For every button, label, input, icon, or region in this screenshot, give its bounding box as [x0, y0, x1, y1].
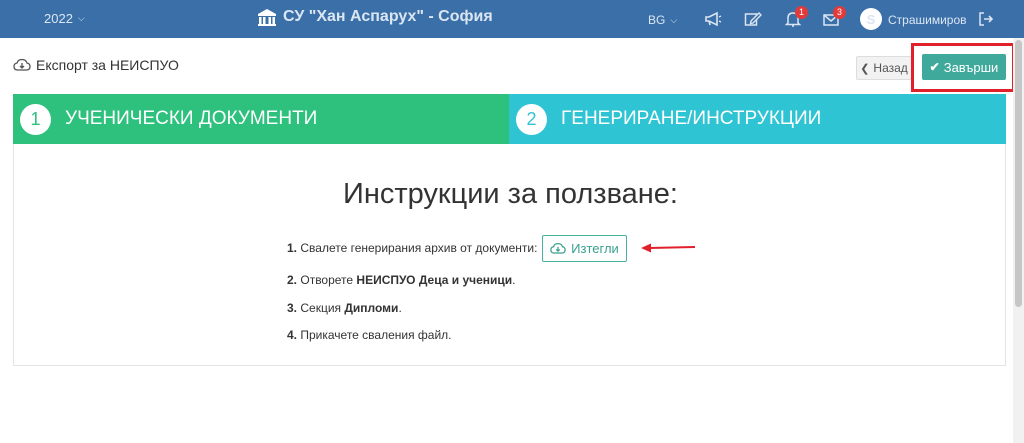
instruction-item: 1. Свалете генерирания архив от документ…: [287, 241, 537, 255]
instruction-suffix: .: [512, 273, 516, 287]
cloud-download-icon: [13, 58, 31, 71]
instruction-suffix: .: [398, 301, 402, 315]
apps-grid-icon[interactable]: [12, 11, 26, 25]
wizard-steps: 1 УЧЕНИЧЕСКИ ДОКУМЕНТИ 2 ГЕНЕРИРАНЕ/ИНСТ…: [13, 94, 1006, 144]
messages-mail-icon[interactable]: 3: [822, 6, 846, 27]
year-selector[interactable]: 2022 ⌵: [44, 11, 85, 26]
back-button[interactable]: ❮ Назад: [856, 56, 912, 80]
language-selector[interactable]: BG ⌵: [648, 13, 677, 27]
instruction-number: 3.: [287, 301, 298, 315]
instruction-text: Прикачете сваления файл.: [300, 328, 452, 342]
instruction-item: 3. Секция Дипломи.: [287, 301, 402, 315]
language-value: BG: [648, 13, 666, 27]
messages-badge: 3: [833, 6, 846, 19]
instruction-text: Отворете: [300, 273, 357, 287]
step-label: ГЕНЕРИРАНЕ/ИНСТРУКЦИИ: [561, 108, 822, 129]
instructions-panel: Инструкции за ползване: 1. Свалете генер…: [13, 144, 1006, 366]
red-arrow-annotation: [641, 243, 696, 253]
username[interactable]: Страшимиров: [888, 13, 967, 27]
step-number: 1: [20, 103, 51, 135]
edit-icon[interactable]: [744, 11, 762, 27]
school-title[interactable]: СУ "Хан Аспарух" - София: [257, 8, 493, 26]
megaphone-icon[interactable]: [704, 11, 722, 27]
page-title: Експорт за НЕИСПУО: [13, 57, 179, 73]
logout-icon[interactable]: [978, 11, 994, 27]
notifications-badge: 1: [795, 6, 808, 19]
finish-button[interactable]: ✔ Завърши: [922, 54, 1006, 80]
instruction-number: 2.: [287, 273, 298, 287]
step-generate-instructions[interactable]: 2 ГЕНЕРИРАНЕ/ИНСТРУКЦИИ: [509, 94, 1006, 144]
year-value: 2022: [44, 11, 73, 26]
download-button[interactable]: Изтегли: [542, 235, 627, 262]
instruction-item: 4. Прикачете сваления файл.: [287, 328, 452, 342]
instruction-number: 4.: [287, 328, 298, 342]
user-avatar[interactable]: S: [860, 8, 882, 30]
instruction-number: 1.: [287, 241, 298, 255]
notifications-bell-icon[interactable]: 1: [784, 6, 808, 27]
step-label: УЧЕНИЧЕСКИ ДОКУМЕНТИ: [65, 108, 318, 129]
check-icon: ✔: [929, 60, 940, 74]
instruction-text: Секция: [300, 301, 345, 315]
school-name: СУ "Хан Аспарух" - София: [283, 8, 493, 25]
school-building-icon: [258, 9, 276, 26]
chevron-down-icon: ⌵: [670, 14, 678, 25]
page-title-text: Експорт за НЕИСПУО: [36, 57, 179, 73]
step-student-documents[interactable]: 1 УЧЕНИЧЕСКИ ДОКУМЕНТИ: [13, 94, 509, 144]
instructions-heading: Инструкции за ползване:: [342, 178, 678, 210]
page-scrollbar[interactable]: [1013, 38, 1024, 443]
instruction-bold-text: Дипломи: [344, 301, 399, 315]
chevron-left-icon: ❮: [860, 62, 870, 75]
scrollbar-thumb[interactable]: [1015, 40, 1022, 307]
download-button-label: Изтегли: [571, 241, 619, 256]
top-navbar: 2022 ⌵ СУ "Хан Аспарух" - София BG ⌵ 1 3…: [0, 0, 1024, 38]
instruction-item: 2. Отворете НЕИСПУО Деца и ученици.: [287, 273, 516, 287]
instruction-bold-text: НЕИСПУО Деца и ученици: [356, 273, 513, 287]
back-button-label: Назад: [873, 61, 908, 75]
finish-button-label: Завърши: [943, 59, 999, 75]
cloud-download-icon: [550, 242, 566, 254]
step-number: 2: [516, 103, 547, 135]
chevron-down-icon: ⌵: [77, 13, 85, 23]
instruction-text: Свалете генерирания архив от документи:: [300, 241, 538, 255]
